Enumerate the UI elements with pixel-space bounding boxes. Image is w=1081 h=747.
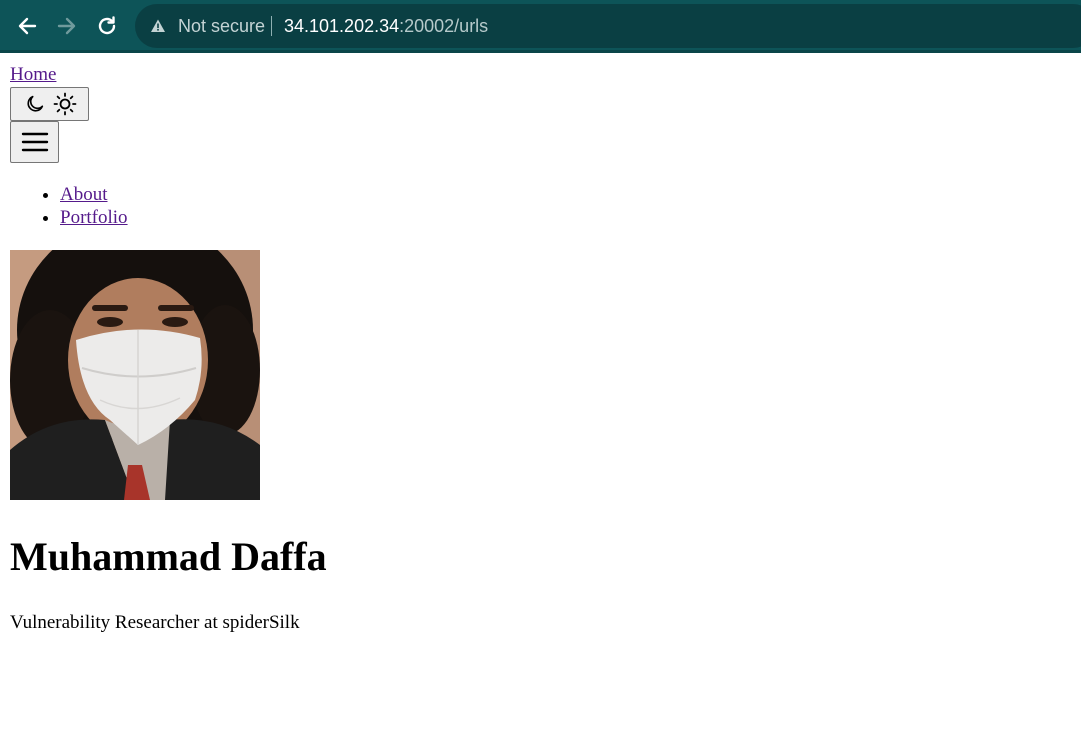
nav-item-portfolio: Portfolio	[60, 206, 1070, 229]
browser-toolbar: Not secure 34.101.202.34:20002/urls	[0, 0, 1081, 53]
back-button[interactable]	[11, 10, 43, 42]
profile-photo-illustration	[10, 250, 260, 500]
menu-toggle-button[interactable]	[10, 121, 59, 163]
profile-photo	[10, 250, 260, 500]
url-host: 34.101.202.34	[284, 16, 400, 36]
omnibox-divider	[271, 16, 272, 36]
address-bar[interactable]: Not secure 34.101.202.34:20002/urls	[135, 4, 1081, 48]
warning-triangle-icon[interactable]	[150, 18, 166, 34]
arrow-left-icon	[18, 17, 37, 35]
security-status-label[interactable]: Not secure	[178, 16, 265, 37]
toolbar-bottom-border	[0, 50, 1081, 53]
profile-tagline: Vulnerability Researcher at spiderSilk	[10, 612, 300, 633]
hamburger-menu-icon	[21, 132, 49, 152]
nav-item-about: About	[60, 183, 1070, 206]
page-content: Home About Portfolio	[10, 63, 1070, 635]
url-text[interactable]: 34.101.202.34:20002/urls	[284, 16, 488, 37]
about-link[interactable]: About	[60, 184, 108, 205]
home-link[interactable]: Home	[10, 63, 56, 87]
nav-list: About Portfolio	[10, 183, 1070, 229]
portfolio-link[interactable]: Portfolio	[60, 207, 128, 228]
forward-button[interactable]	[51, 10, 83, 42]
sun-icon	[53, 92, 77, 116]
arrow-right-icon	[57, 17, 76, 35]
theme-toggle-button[interactable]	[10, 87, 89, 121]
url-path: :20002/urls	[399, 16, 489, 36]
reload-button[interactable]	[91, 10, 123, 42]
profile-name: Muhammad Daffa	[10, 534, 327, 579]
reload-icon	[98, 16, 116, 35]
moon-icon	[27, 95, 44, 112]
